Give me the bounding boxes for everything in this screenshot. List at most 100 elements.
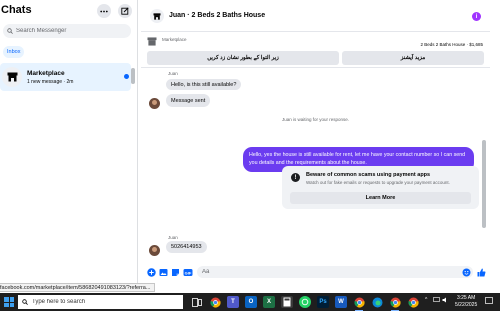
gif-button[interactable]: GIF [183, 267, 193, 277]
message-list: Juan Hello, is this still available? Mes… [141, 68, 490, 261]
chrome-taskbar-button-4[interactable] [407, 296, 419, 308]
chat-scrollbar[interactable] [482, 140, 486, 228]
info-button[interactable]: i [472, 12, 481, 21]
scam-warning-subtitle: Watch out for fake emails or requests to… [306, 180, 450, 185]
sidebar-scrollbar[interactable] [131, 68, 135, 84]
scam-warning-card: ! Beware of common scams using payment a… [282, 166, 479, 209]
search-input[interactable] [16, 28, 116, 34]
more-options-button[interactable] [97, 4, 111, 18]
listing-banner: Marketplace 2 Beds 2 Baths House · $1,68… [141, 33, 490, 68]
chat-panel: Juan · 2 Beds 2 Baths House i Marketplac… [141, 0, 490, 283]
chrome-icon [353, 297, 365, 307]
word-taskbar-button[interactable]: W [335, 296, 347, 308]
taskbar-clock[interactable]: 3:25 AM 5/22/2025 [455, 295, 477, 309]
warning-icon: ! [291, 173, 300, 182]
sender-name: Juan [168, 235, 178, 240]
image-icon [159, 268, 167, 276]
more-icon [100, 10, 108, 12]
chat-header: Juan · 2 Beds 2 Baths House i [141, 0, 490, 32]
sticker-icon [171, 268, 179, 276]
sticker-button[interactable] [170, 267, 180, 277]
header-avatar[interactable] [150, 9, 164, 23]
volume-icon[interactable] [442, 297, 449, 305]
thumbs-up-icon [477, 268, 485, 276]
info-icon: i [475, 13, 478, 20]
outlook-icon: O [248, 299, 254, 305]
emoji-button[interactable] [461, 267, 471, 277]
plus-icon [146, 267, 156, 277]
unread-dot [124, 74, 129, 79]
avatar[interactable] [149, 245, 160, 256]
outlook-taskbar-button[interactable]: O [245, 296, 257, 308]
gif-icon: GIF [183, 268, 193, 276]
marketplace-avatar [2, 67, 22, 87]
search-icon [7, 28, 13, 34]
chrome-icon [407, 297, 419, 307]
like-button[interactable] [476, 267, 486, 277]
listing-title-price[interactable]: 2 Beds 2 Baths House · $1,685 [420, 42, 483, 47]
task-view-icon [192, 297, 202, 307]
shop-icon [7, 72, 17, 82]
svg-text:GIF: GIF [185, 270, 192, 275]
sender-name: Juan [168, 71, 178, 76]
excel-taskbar-button[interactable]: X [263, 296, 275, 308]
edge-icon [372, 297, 382, 307]
status-url: facebook.com/marketplace/item/5868204910… [0, 283, 156, 292]
mark-pending-button[interactable]: زیر التوا کے بطور نشان زد کریں [147, 51, 339, 65]
emoji-icon [462, 268, 470, 276]
task-view-button[interactable] [191, 296, 203, 308]
clock-date: 5/22/2025 [455, 302, 478, 308]
chats-title: Chats [1, 4, 32, 16]
chat-title[interactable]: Juan · 2 Beds 2 Baths House [169, 12, 265, 19]
network-icon[interactable] [433, 297, 440, 305]
whatsapp-taskbar-button[interactable] [299, 296, 311, 308]
compose-icon [121, 7, 129, 15]
scam-warning-title: Beware of common scams using payment app… [306, 172, 431, 178]
word-icon: W [338, 299, 344, 305]
message-input-box[interactable] [197, 266, 473, 278]
chrome-icon [389, 297, 401, 307]
notifications-icon[interactable] [485, 297, 493, 307]
teams-taskbar-button[interactable]: T [227, 296, 239, 308]
conversation-item-marketplace[interactable]: Marketplace 1 new message · 2m [0, 63, 131, 91]
avatar[interactable] [149, 98, 160, 109]
more-options-listing-button[interactable]: مزید آپشنز [342, 51, 484, 65]
plus-button[interactable] [146, 267, 156, 277]
chrome-taskbar-button[interactable] [209, 296, 221, 308]
photoshop-icon: Ps [319, 299, 327, 305]
filter-inbox[interactable]: Inbox [3, 46, 25, 58]
edge-taskbar-button[interactable] [371, 296, 383, 308]
taskbar-search-input[interactable] [32, 299, 172, 305]
tray-chevron-icon[interactable]: ^ [425, 297, 427, 303]
teams-icon: T [231, 299, 235, 305]
chrome-taskbar-button-3[interactable] [389, 296, 401, 311]
taskbar-search[interactable] [18, 295, 183, 309]
listing-shop-icon [147, 37, 157, 46]
excel-icon: X [266, 299, 271, 305]
search-icon [22, 299, 28, 305]
whatsapp-icon [301, 298, 309, 306]
incoming-message[interactable]: Hello, is this still available? [166, 79, 242, 90]
conversation-name: Marketplace [27, 70, 65, 77]
listing-source: Marketplace [162, 37, 187, 42]
photo-button[interactable] [158, 267, 168, 277]
composer: GIF [141, 262, 490, 283]
conversation-preview: 1 new message · 2m [27, 79, 74, 85]
new-message-button[interactable] [118, 4, 132, 18]
shop-icon [153, 12, 161, 20]
learn-more-button[interactable]: Learn More [290, 192, 471, 204]
chrome-icon [209, 297, 221, 307]
taskbar: T O X Ps W ^ 3:25 AM 5/22/2025 [0, 293, 500, 311]
message-input[interactable] [202, 269, 442, 275]
search-bar[interactable] [3, 24, 131, 38]
incoming-message[interactable]: 5026414953 [166, 241, 207, 253]
calculator-taskbar-button[interactable] [281, 296, 293, 308]
calculator-icon [283, 297, 291, 307]
chats-sidebar: Chats Inbox Marketplace 1 new message · … [0, 0, 138, 283]
incoming-message[interactable]: Message sent [166, 94, 211, 107]
waiting-note: Juan is waiting for your response. [281, 117, 350, 122]
photoshop-taskbar-button[interactable]: Ps [317, 296, 329, 308]
chrome-taskbar-button-2[interactable] [353, 296, 365, 311]
clock-time: 3:25 AM [456, 295, 476, 301]
start-button[interactable] [4, 297, 14, 307]
